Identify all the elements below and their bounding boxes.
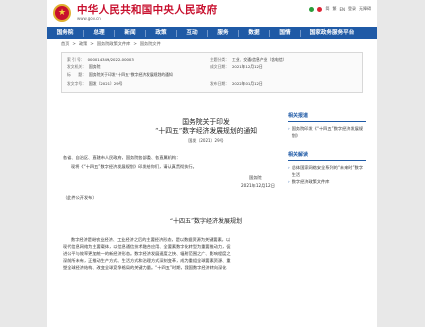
nav-item-services[interactable]: 服务 [208, 27, 238, 39]
related-interpretation-heading: 相关解读 [288, 151, 366, 161]
main-nav: 国务院 总理 新闻 政策 互动 服务 数据 国情 国家政务服务平台 [47, 27, 377, 39]
breadcrumb-separator: > [133, 41, 137, 46]
breadcrumb-policy[interactable]: 政策 [79, 41, 87, 47]
top-links: 简 繁 EN 登录 无障碍 [309, 6, 371, 12]
nav-item-policy[interactable]: 政策 [146, 27, 176, 39]
document-recipients: 各省、自治区、直辖市人民政府，国务院各部委、各直属机构： [63, 155, 181, 160]
meta-publish-date: 发布日期： 2022年01月12日 [210, 81, 263, 87]
meta-value: 工业、交通\信息产业（含电信） [231, 57, 287, 62]
site-url: www.gov.cn [77, 16, 101, 21]
meta-value: 2022年01月12日 [231, 81, 263, 86]
plan-paragraph-line: 深前所未有，正推动生产方式、生活方式和治理方式深刻变革，成为重组全球要素资源、重 [63, 258, 231, 263]
document-date: 2021年12月12日 [241, 183, 275, 188]
meta-topic: 主题分类： 工业、交通\信息产业（含电信） [210, 57, 286, 63]
meta-label: 成文日期： [210, 64, 229, 69]
nav-item-service-platform[interactable]: 国家政务服务平台 [301, 27, 363, 39]
meta-label: 主题分类： [210, 57, 229, 62]
top-link-simplified[interactable]: 简 [325, 6, 329, 12]
top-link-english[interactable]: EN [339, 7, 345, 12]
document-title-line-2: “十四五”数字经济发展规划的通知 [154, 127, 258, 135]
breadcrumb: 首页 > 政策 > 国务院政策文件库 > 国务院文件 [61, 41, 161, 47]
breadcrumb-state-council-docs[interactable]: 国务院文件 [140, 41, 161, 47]
document-body: 现将《“十四五”数字经济发展规划》印发给你们，请认真贯彻执行。 [71, 164, 197, 169]
top-link-login[interactable]: 登录 [348, 6, 356, 12]
bullet-icon: › [288, 179, 290, 184]
meta-value: 国务院 [88, 64, 101, 69]
page: ★ 中华人民共和国中央人民政府 www.gov.cn 简 繁 EN 登录 无障碍… [47, 0, 377, 327]
wechat-icon[interactable] [309, 6, 315, 12]
meta-value: 国发〔2021〕29号 [88, 81, 123, 86]
plan-paragraph-line: 进公平与效率更加统一的新经济形态。数字经济发展速度之快、辐射范围之广、影响程度之 [63, 251, 231, 256]
meta-value: 000014349/2022-00003 [87, 57, 134, 62]
plan-paragraph-line: 塑全球经济结构、改变全球竞争格局的关键力量。“十四五”时期，我国数字经济转向深化 [63, 265, 227, 270]
public-release-note: （此件公开发布） [63, 195, 97, 200]
site-header: ★ 中华人民共和国中央人民政府 www.gov.cn 简 繁 EN 登录 无障碍 [47, 0, 377, 27]
meta-value: 2021年12月12日 [231, 64, 263, 69]
sidebar: 相关报道 › 国务院印发《“十四五”数字经济发展规划》 相关解读 › 总体国家网… [288, 112, 366, 185]
meta-written-date: 成文日期： 2021年12月12日 [210, 64, 263, 70]
plan-title: “十四五”数字经济发展规划 [169, 218, 243, 225]
weibo-icon[interactable] [317, 6, 323, 12]
meta-label: 标 题： [67, 72, 86, 77]
related-report-item[interactable]: › 国务院印发《“十四五”数字经济发展规划》 [288, 125, 366, 139]
breadcrumb-separator: > [90, 41, 94, 46]
document-signature: 国务院 [249, 175, 262, 180]
nav-item-state-council[interactable]: 国务院 [47, 27, 83, 39]
interpretation-link[interactable]: 总体国家网络安全系列的“未来时”数字生活 [292, 164, 366, 178]
nav-item-news[interactable]: 新闻 [115, 27, 145, 39]
related-report-link[interactable]: 国务院印发《“十四五”数字经济发展规划》 [292, 125, 366, 139]
breadcrumb-separator: > [72, 41, 76, 46]
meta-label: 发文字号： [67, 81, 86, 86]
meta-issuer: 发文机关： 国务院 [67, 64, 100, 70]
top-link-traditional[interactable]: 繁 [332, 6, 336, 12]
meta-label: 索 引 号： [67, 57, 85, 62]
breadcrumb-home[interactable]: 首页 [61, 41, 69, 47]
nav-item-interaction[interactable]: 互动 [177, 27, 207, 39]
plan-paragraph-line: 数字经济是继农业经济、工业经济之后的主要经济形态，是以数据资源为关键要素，以 [71, 237, 231, 242]
nav-item-national-info[interactable]: 国情 [270, 27, 300, 39]
document-meta-box: 索 引 号： 000014349/2022-00003 主题分类： 工业、交通\… [61, 52, 363, 93]
breadcrumb-policy-library[interactable]: 国务院政策文件库 [97, 41, 131, 47]
nav-item-premier[interactable]: 总理 [84, 27, 114, 39]
document-title-line-1: 国务院关于印发 [182, 118, 230, 126]
bullet-icon: › [288, 165, 290, 170]
meta-index-no: 索 引 号： 000014349/2022-00003 [67, 57, 134, 63]
top-link-accessibility[interactable]: 无障碍 [359, 6, 371, 12]
document-number: 国发〔2021〕29号 [188, 138, 224, 143]
interpretation-item[interactable]: › 数字经济政策文件库 [288, 178, 366, 185]
national-emblem-icon[interactable]: ★ [53, 4, 71, 22]
plan-paragraph-line: 现代信息网络为主要载体，以信息通信技术融合应用、全要素数字化转型为重要推动力，促 [63, 244, 231, 249]
meta-label: 发文机关： [67, 64, 86, 69]
nav-item-data[interactable]: 数据 [239, 27, 269, 39]
interpretation-link[interactable]: 数字经济政策文件库 [292, 178, 330, 185]
meta-title: 标 题： 国务院关于印发“十四五”数字经济发展规划的通知 [67, 72, 173, 78]
meta-value: 国务院关于印发“十四五”数字经济发展规划的通知 [88, 72, 173, 77]
interpretation-item[interactable]: › 总体国家网络安全系列的“未来时”数字生活 [288, 164, 366, 178]
meta-label: 发布日期： [210, 81, 229, 86]
site-title[interactable]: 中华人民共和国中央人民政府 [77, 4, 217, 16]
meta-doc-no: 发文字号： 国发〔2021〕29号 [67, 81, 122, 87]
related-reports-heading: 相关报道 [288, 112, 366, 122]
bullet-icon: › [288, 126, 290, 131]
